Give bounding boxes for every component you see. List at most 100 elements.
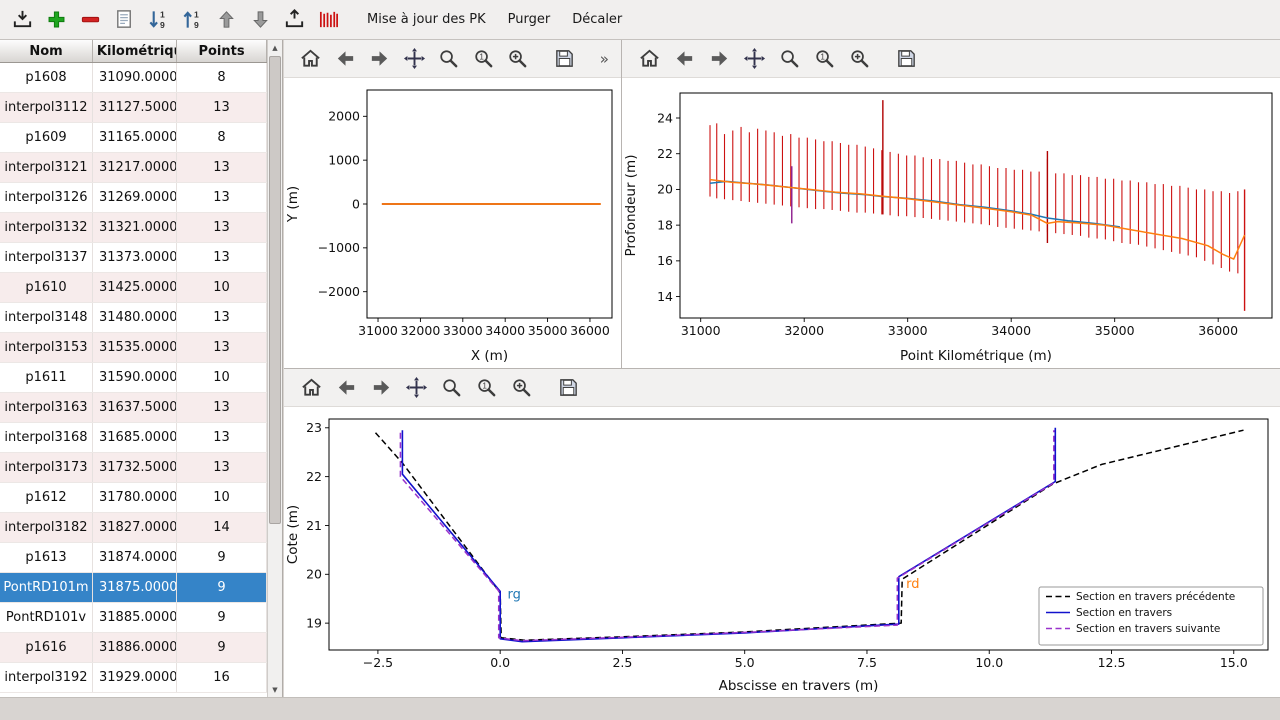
svg-text:36000: 36000 — [570, 323, 610, 338]
table-scrollbar[interactable]: ▲ ▼ — [267, 40, 282, 697]
edit-button[interactable] — [108, 4, 140, 36]
table-row[interactable]: PontRD101m31875.00009 — [0, 573, 267, 603]
zoom-button[interactable] — [436, 373, 466, 403]
sort-desc-button[interactable]: 19 — [142, 4, 174, 36]
table-row[interactable]: interpol315331535.000013 — [0, 333, 267, 363]
table-row[interactable]: interpol317331732.500013 — [0, 453, 267, 483]
sections-button[interactable] — [312, 4, 344, 36]
column-header-points[interactable]: Points — [177, 40, 267, 62]
pan-button[interactable] — [399, 44, 428, 74]
table-row[interactable]: interpol313731373.000013 — [0, 243, 267, 273]
cell-points: 13 — [177, 243, 267, 272]
cell-points: 9 — [177, 633, 267, 662]
zoom-plus-button[interactable] — [844, 44, 874, 74]
table-row[interactable]: interpol314831480.000013 — [0, 303, 267, 333]
svg-text:19: 19 — [306, 615, 322, 630]
svg-text:Section en travers suivante: Section en travers suivante — [1076, 623, 1220, 635]
figure-section[interactable]: −2.50.02.55.07.510.012.515.01920212223Ab… — [284, 407, 1280, 698]
sort-asc-button[interactable]: 19 — [176, 4, 208, 36]
cell-nom: p1613 — [0, 543, 93, 572]
cell-pk: 31780.0000 — [93, 483, 177, 512]
home-button[interactable] — [296, 373, 326, 403]
home-button[interactable] — [296, 44, 325, 74]
menu-mise-a-jour-pk[interactable]: Mise à jour des PK — [358, 7, 495, 32]
svg-text:1: 1 — [820, 52, 825, 61]
table-row[interactable]: p160931165.00008 — [0, 123, 267, 153]
export-button[interactable] — [278, 4, 310, 36]
zoom-button[interactable] — [774, 44, 804, 74]
cell-nom: interpol3182 — [0, 513, 93, 542]
scrollbar-down-arrow-icon[interactable]: ▼ — [268, 682, 282, 697]
zoom-button[interactable] — [434, 44, 463, 74]
pan-button[interactable] — [739, 44, 769, 74]
cell-nom: interpol3163 — [0, 393, 93, 422]
forward-button[interactable] — [365, 44, 394, 74]
menu-decaler[interactable]: Décaler — [563, 7, 631, 32]
cell-points: 13 — [177, 423, 267, 452]
scrollbar-up-arrow-icon[interactable]: ▲ — [268, 40, 282, 55]
column-header-pk[interactable]: t Kilométriqu — [93, 40, 177, 62]
table-row[interactable]: interpol312631269.000013 — [0, 183, 267, 213]
arrow-up-button[interactable] — [210, 4, 242, 36]
import-button[interactable] — [6, 4, 38, 36]
table-row[interactable]: interpol312131217.000013 — [0, 153, 267, 183]
save-button[interactable] — [553, 373, 583, 403]
save-button[interactable] — [549, 44, 578, 74]
table-row[interactable]: p161331874.00009 — [0, 543, 267, 573]
svg-text:21: 21 — [306, 518, 322, 533]
sections-table: Nom t Kilométriqu Points p160831090.0000… — [0, 40, 267, 697]
sort-asc-icon: 19 — [181, 8, 204, 31]
table-row[interactable]: p161131590.000010 — [0, 363, 267, 393]
figure-profil-long[interactable]: 3100032000330003400035000360001416182022… — [622, 78, 1280, 368]
table-row[interactable]: interpol316331637.500013 — [0, 393, 267, 423]
save-button[interactable] — [891, 44, 921, 74]
arrow-down-button[interactable] — [244, 4, 276, 36]
back-button[interactable] — [669, 44, 699, 74]
table-row[interactable]: interpol313231321.000013 — [0, 213, 267, 243]
scrollbar-thumb[interactable] — [269, 56, 281, 524]
forward-button[interactable] — [704, 44, 734, 74]
menu-purger[interactable]: Purger — [499, 7, 560, 32]
forward-button[interactable] — [366, 373, 396, 403]
toolbar-overflow-chevron[interactable]: » — [600, 50, 609, 68]
zoom-one-button[interactable]: 1 — [809, 44, 839, 74]
cell-points: 10 — [177, 273, 267, 302]
cell-nom: p1616 — [0, 633, 93, 662]
cell-pk: 31217.0000 — [93, 153, 177, 182]
table-row[interactable]: interpol319231929.000016 — [0, 663, 267, 693]
zoom-plus-button[interactable] — [503, 44, 532, 74]
add-button[interactable] — [40, 4, 72, 36]
save-icon — [895, 47, 918, 70]
home-icon — [300, 376, 323, 399]
figure-trace[interactable]: 310003200033000340003500036000−2000−1000… — [284, 78, 621, 368]
table-row[interactable]: p161031425.000010 — [0, 273, 267, 303]
remove-button[interactable] — [74, 4, 106, 36]
svg-text:0.0: 0.0 — [490, 655, 510, 670]
home-button[interactable] — [634, 44, 664, 74]
cell-points: 13 — [177, 333, 267, 362]
zoom-one-icon: 1 — [475, 376, 498, 399]
main-toolbar: 19 19 Mise à jour des PK Purger Décaler — [0, 0, 1280, 40]
cell-nom: interpol3192 — [0, 663, 93, 692]
svg-text:22: 22 — [657, 146, 673, 161]
cell-pk: 31827.0000 — [93, 513, 177, 542]
table-row[interactable]: p160831090.00008 — [0, 63, 267, 93]
table-row[interactable]: interpol318231827.000014 — [0, 513, 267, 543]
zoom-plus-button[interactable] — [506, 373, 536, 403]
svg-text:5.0: 5.0 — [735, 655, 755, 670]
table-row[interactable]: p161631886.00009 — [0, 633, 267, 663]
table-row[interactable]: interpol316831685.000013 — [0, 423, 267, 453]
zoom-one-button[interactable]: 1 — [471, 373, 501, 403]
back-button[interactable] — [330, 44, 359, 74]
column-header-nom[interactable]: Nom — [0, 40, 93, 62]
table-row[interactable]: p161231780.000010 — [0, 483, 267, 513]
table-row[interactable]: PontRD101v31885.00009 — [0, 603, 267, 633]
pan-icon — [743, 47, 766, 70]
plot-panel-profil-long: 1 31000320003300034000350003600014161820… — [622, 40, 1280, 368]
back-button[interactable] — [331, 373, 361, 403]
pan-button[interactable] — [401, 373, 431, 403]
table-row[interactable]: interpol311231127.500013 — [0, 93, 267, 123]
svg-text:12.5: 12.5 — [1098, 655, 1126, 670]
zoom-one-button[interactable]: 1 — [468, 44, 497, 74]
cell-pk: 31425.0000 — [93, 273, 177, 302]
